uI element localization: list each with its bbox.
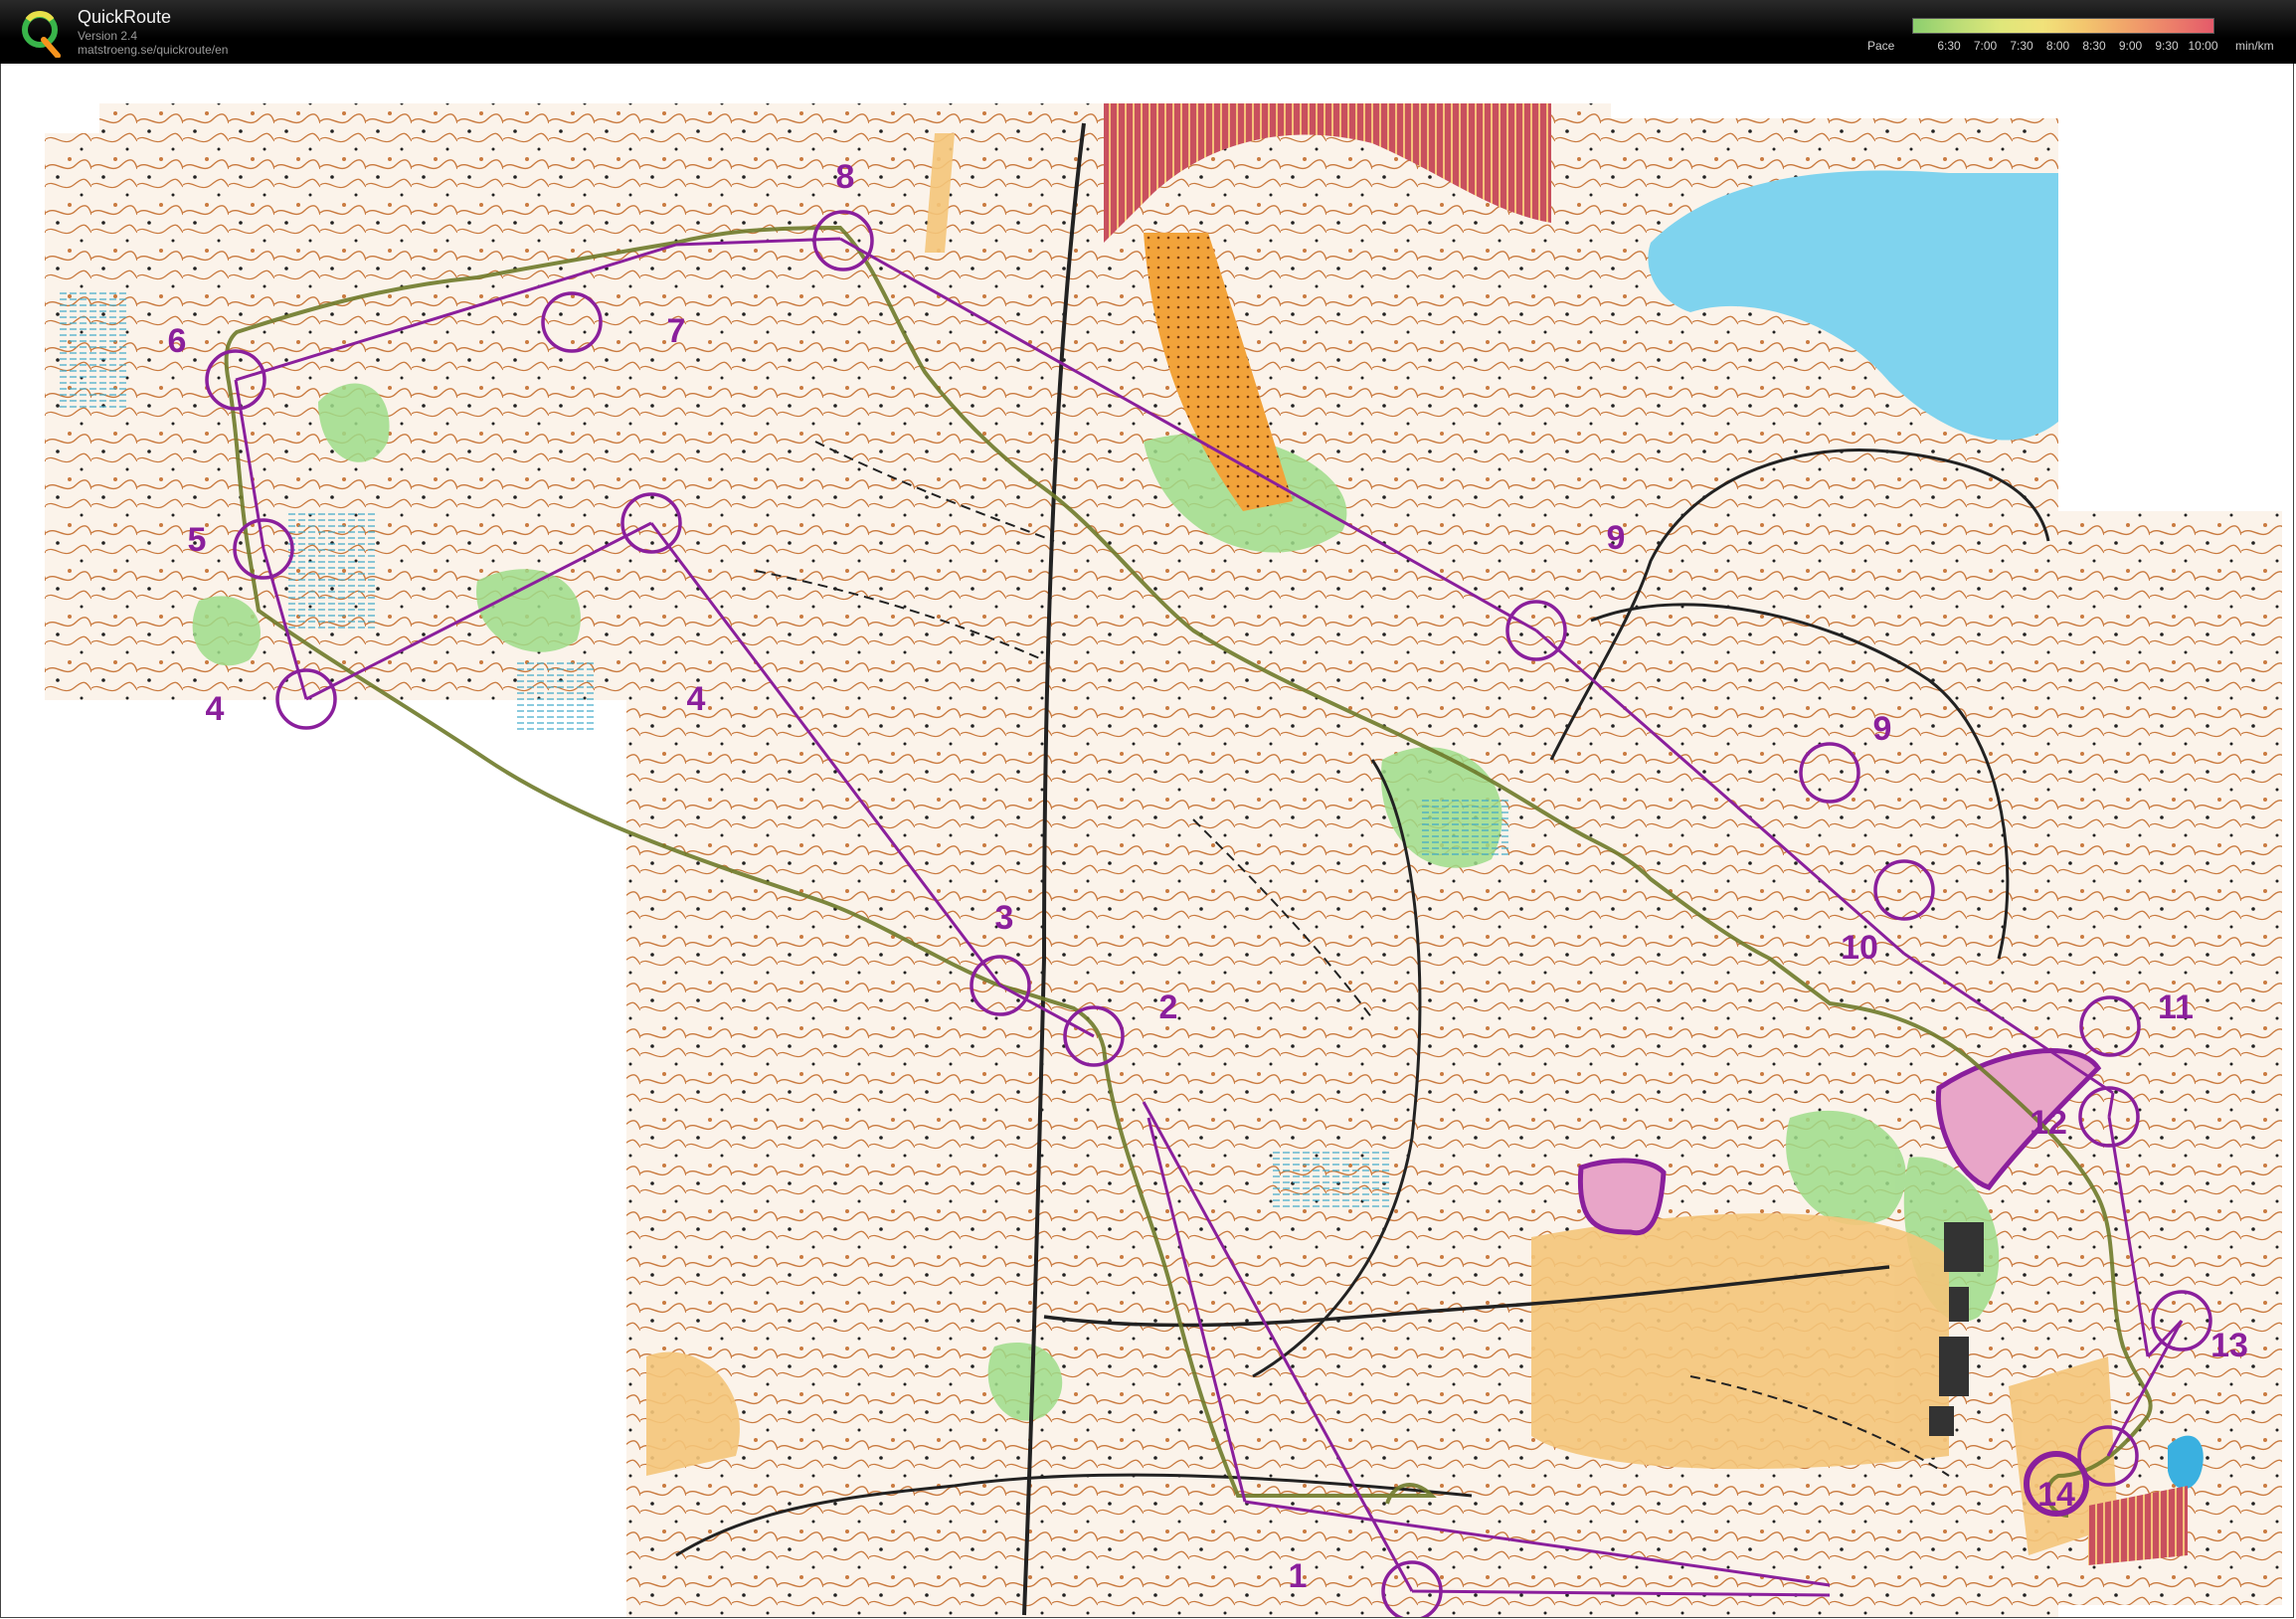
control-number-label: 10 [1841, 929, 1878, 967]
control-number-label: 9 [1607, 519, 1626, 557]
pace-tick-label: 9:00 [2118, 39, 2143, 53]
quickroute-logo-icon [22, 11, 61, 58]
pace-color-scale [1912, 18, 2214, 34]
pace-label: Pace [1867, 39, 1895, 53]
pace-tick-label: 7:30 [2010, 39, 2033, 53]
control-number-label: 12 [2030, 1104, 2067, 1142]
control-number-label: 4 [687, 680, 706, 718]
control-number-label: 4 [206, 690, 225, 728]
control-number-label: 6 [168, 322, 187, 360]
pace-tick-label: 8:30 [2082, 39, 2106, 53]
pace-tick-label: 6:30 [1937, 39, 1961, 53]
pace-tick-label: 7:00 [1973, 39, 1998, 53]
app-url[interactable]: matstroeng.se/quickroute/en [78, 43, 228, 57]
control-number-label: 5 [188, 521, 207, 559]
control-number-label: 14 [2037, 1476, 2075, 1514]
pace-tick-label: 8:00 [2045, 39, 2070, 53]
pace-tick-label: 10:00 [2188, 39, 2218, 53]
control-number-label: 1 [1289, 1557, 1308, 1595]
control-number-label: 3 [995, 899, 1014, 937]
orienteering-map[interactable]: 1234456 78991011121314 [0, 64, 2294, 1617]
control-number-label: 9 [1873, 710, 1892, 748]
control-number-label: 7 [667, 312, 686, 350]
control-number-label: 13 [2210, 1327, 2248, 1364]
app-version: Version 2.4 [78, 29, 138, 43]
control-number-label: 8 [836, 158, 855, 196]
pace-unit: min/km [2235, 39, 2274, 53]
app-title: QuickRoute [78, 7, 172, 27]
pace-tick-label: 9:30 [2155, 39, 2179, 53]
control-number-label: 11 [2158, 989, 2194, 1026]
control-number-label: 2 [1159, 989, 1178, 1026]
title-bar: QuickRoute Version 2.4 matstroeng.se/qui… [0, 0, 2296, 64]
